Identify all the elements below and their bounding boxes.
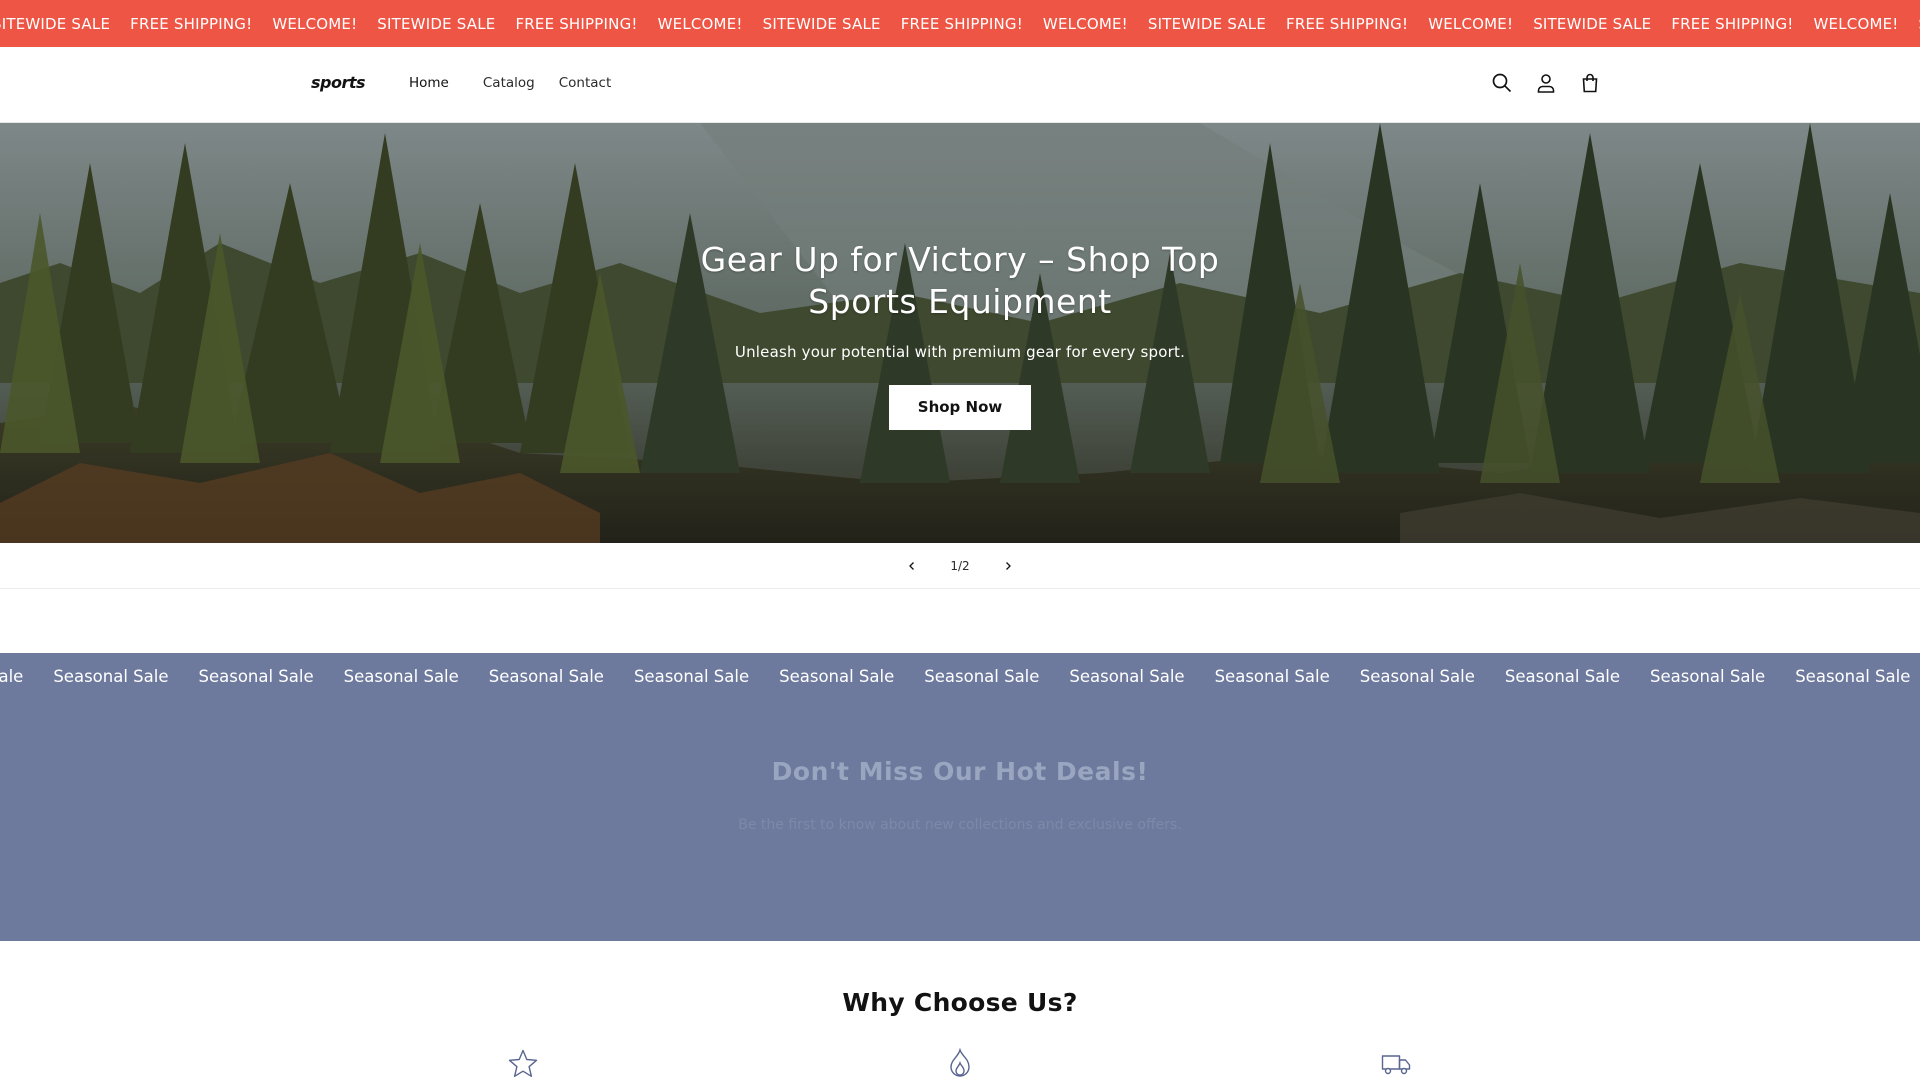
seasonal-sale-item: Seasonal Sale [1795,666,1911,686]
search-icon[interactable] [1490,71,1514,95]
hero-banner: Gear Up for Victory – Shop Top Sports Eq… [0,123,1920,543]
announcement-item: FREE SHIPPING! [1671,14,1794,33]
nav-link-contact[interactable]: Contact [559,75,612,91]
announcement-marquee: SITEWIDE SALE FREE SHIPPING! WELCOME! SITEW… [0,0,1920,47]
announcement-item: FREE SHIPPING! [515,14,638,33]
why-choose-us-title: Why Choose Us? [842,988,1078,1017]
hot-deals-subtitle: Be the first to know about new collectio… [738,817,1182,833]
main-nav: Home Catalog Contact [409,75,611,91]
seasonal-sale-item: Seasonal Sale [1214,666,1330,686]
flame-icon [944,1048,976,1080]
seasonal-sale-item: Seasonal Sale [1504,666,1621,686]
seasonal-sale-item: Seasonal Sale [779,666,895,686]
announcement-item: WELCOME! [1428,14,1514,33]
seasonal-marquee: Sale Seasonal Sale Seasonal Sale Seasonal S… [0,653,1920,699]
seasonal-sale-item: Seasonal Sale [53,666,169,686]
chevron-right-icon[interactable] [998,556,1018,576]
announcement-item: FREE SHIPPING! [900,14,1023,33]
seasonal-sale-item: Seasonal Sale [488,666,604,686]
seasonal-sale-item: Seasonal Sale [1359,666,1475,686]
announcement-item: SITEWIDE SALE [0,14,111,33]
seasonal-sale-item: Seasonal Sale [924,666,1040,686]
announcement-item: FREE SHIPPING! [1286,14,1409,33]
hot-deals-title: Don't Miss Our Hot Deals! [771,757,1149,786]
announcement-item: SITEWIDE SALE [762,14,881,33]
star-icon [507,1048,539,1080]
announcement-item: SITEWIDE SALE [377,14,496,33]
seasonal-sale-section: Sale Seasonal Sale Seasonal Sale Seasonal S… [0,653,1920,941]
nav-link-home[interactable]: Home [409,75,449,91]
seasonal-sale-item: Sale [0,666,24,686]
announcement-item: FREE SHIPPING! [130,14,253,33]
hero-subtitle: Unleash your potential with premium gear… [734,343,1186,361]
account-icon[interactable] [1534,71,1558,95]
announcement-item: WELCOME! [657,14,743,33]
shop-now-button[interactable]: Shop Now [889,385,1031,430]
seasonal-sale-item: Seasonal Sale [198,666,314,686]
announcement-item: SITEWIDE SALE [1147,14,1267,33]
hero-content: Gear Up for Victory – Shop Top Sports Eq… [660,239,1260,430]
slideshow-controls: 1/2 [0,543,1920,589]
announcement-item: WELCOME! [272,14,358,33]
seasonal-sale-item: Seasonal Sale [1650,666,1766,686]
site-logo[interactable]: sports [311,73,366,92]
announcement-item: SITEWIDE SALE [1533,14,1652,33]
seasonal-sale-item: Seasonal Sale [1069,666,1185,686]
announcement-item: WELCOME! [1813,14,1899,33]
site-header: sports Home Catalog Contact [0,47,1920,123]
chevron-left-icon[interactable] [902,556,922,576]
slide-counter: 1/2 [950,559,970,573]
announcement-bar: SITEWIDE SALE FREE SHIPPING! WELCOME! SITEW… [0,0,1920,47]
cart-icon[interactable] [1578,71,1602,95]
announcement-item: WELCOME! [1042,14,1128,33]
truck-icon [1380,1048,1412,1080]
seasonal-sale-item: Seasonal Sale [343,666,459,686]
header-icons [1490,71,1602,95]
hero-title: Gear Up for Victory – Shop Top Sports Eq… [700,240,1220,321]
nav-link-catalog[interactable]: Catalog [483,75,535,91]
seasonal-sale-item: Seasonal Sale [633,666,750,686]
